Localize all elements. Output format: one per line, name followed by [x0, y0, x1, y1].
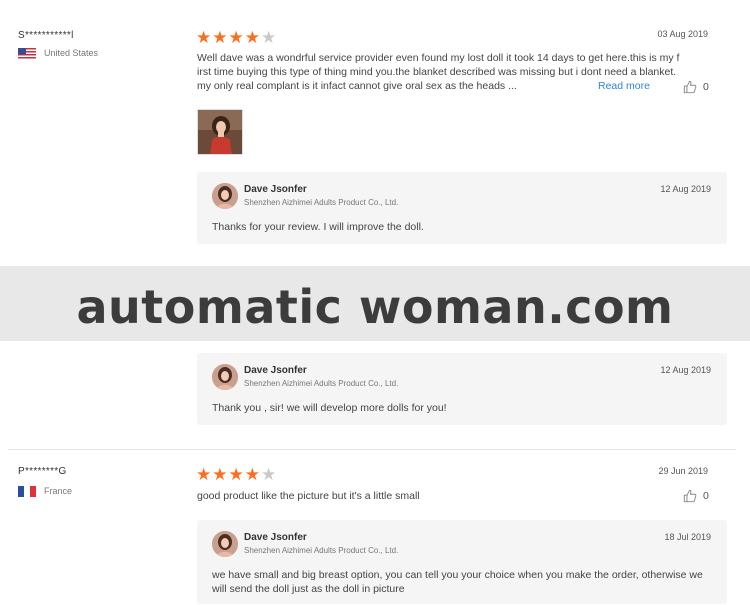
seller-company: Shenzhen Aizhimei Adults Product Co., Lt… [244, 379, 399, 388]
star-icon: ★ [228, 465, 244, 484]
seller-avatar [212, 531, 238, 557]
reviewer-country: United States [18, 47, 98, 59]
seller-avatar [212, 183, 238, 209]
star-icon: ★ [212, 465, 228, 484]
review-date: 03 Aug 2019 [657, 29, 708, 39]
seller-company: Shenzhen Aizhimei Adults Product Co., Lt… [244, 546, 399, 555]
reply-text: we have small and big breast option, you… [212, 569, 703, 595]
star-empty-icon: ★ [261, 465, 277, 484]
review-text: good product like the picture but it's a… [197, 490, 420, 502]
review-card: S***********l United States ★ ★ ★ ★ ★ 03… [0, 0, 750, 250]
thumbs-up-icon [683, 80, 697, 94]
star-icon: ★ [244, 465, 260, 484]
thumbs-up-icon [683, 489, 697, 503]
seller-name: Dave Jsonfer [244, 365, 307, 376]
reply-text: Thank you , sir! we will develop more do… [212, 402, 447, 414]
seller-company: Shenzhen Aizhimei Adults Product Co., Lt… [244, 198, 399, 207]
like-count: 0 [703, 81, 709, 93]
review-photo-thumbnail[interactable] [197, 109, 243, 155]
reply-date: 12 Aug 2019 [660, 365, 711, 375]
read-more-link[interactable]: Read more [598, 80, 650, 92]
seller-reply: Dave Jsonfer Shenzhen Aizhimei Adults Pr… [197, 353, 727, 425]
seller-reply: Dave Jsonfer Shenzhen Aizhimei Adults Pr… [197, 520, 727, 604]
like-button[interactable]: 0 [683, 80, 709, 94]
star-icon: ★ [196, 465, 212, 484]
star-rating: ★ ★ ★ ★ ★ [196, 29, 277, 46]
star-empty-icon: ★ [261, 28, 277, 47]
star-rating: ★ ★ ★ ★ ★ [196, 466, 277, 483]
country-label: United States [44, 48, 99, 58]
us-flag-icon [18, 47, 36, 59]
review-card: P********G France ★ ★ ★ ★ ★ 29 Jun 2019 … [0, 450, 750, 605]
fr-flag-icon [18, 485, 36, 497]
watermark-text: automatic woman.com [76, 280, 674, 334]
star-icon: ★ [212, 28, 228, 47]
review-date: 29 Jun 2019 [658, 466, 708, 476]
seller-avatar [212, 364, 238, 390]
reviewer-country: France [18, 485, 72, 497]
like-button[interactable]: 0 [683, 489, 709, 503]
reviewer-name: P********G [18, 466, 67, 477]
reply-date: 18 Jul 2019 [664, 532, 711, 542]
reviewer-name: S***********l [18, 30, 74, 41]
star-icon: ★ [196, 28, 212, 47]
star-icon: ★ [244, 28, 260, 47]
seller-reply: Dave Jsonfer Shenzhen Aizhimei Adults Pr… [197, 172, 727, 244]
reply-date: 12 Aug 2019 [660, 184, 711, 194]
reply-text: Thanks for your review. I will improve t… [212, 221, 424, 233]
country-label: France [44, 486, 73, 496]
like-count: 0 [703, 490, 709, 502]
seller-name: Dave Jsonfer [244, 184, 307, 195]
seller-name: Dave Jsonfer [244, 532, 307, 543]
star-icon: ★ [228, 28, 244, 47]
